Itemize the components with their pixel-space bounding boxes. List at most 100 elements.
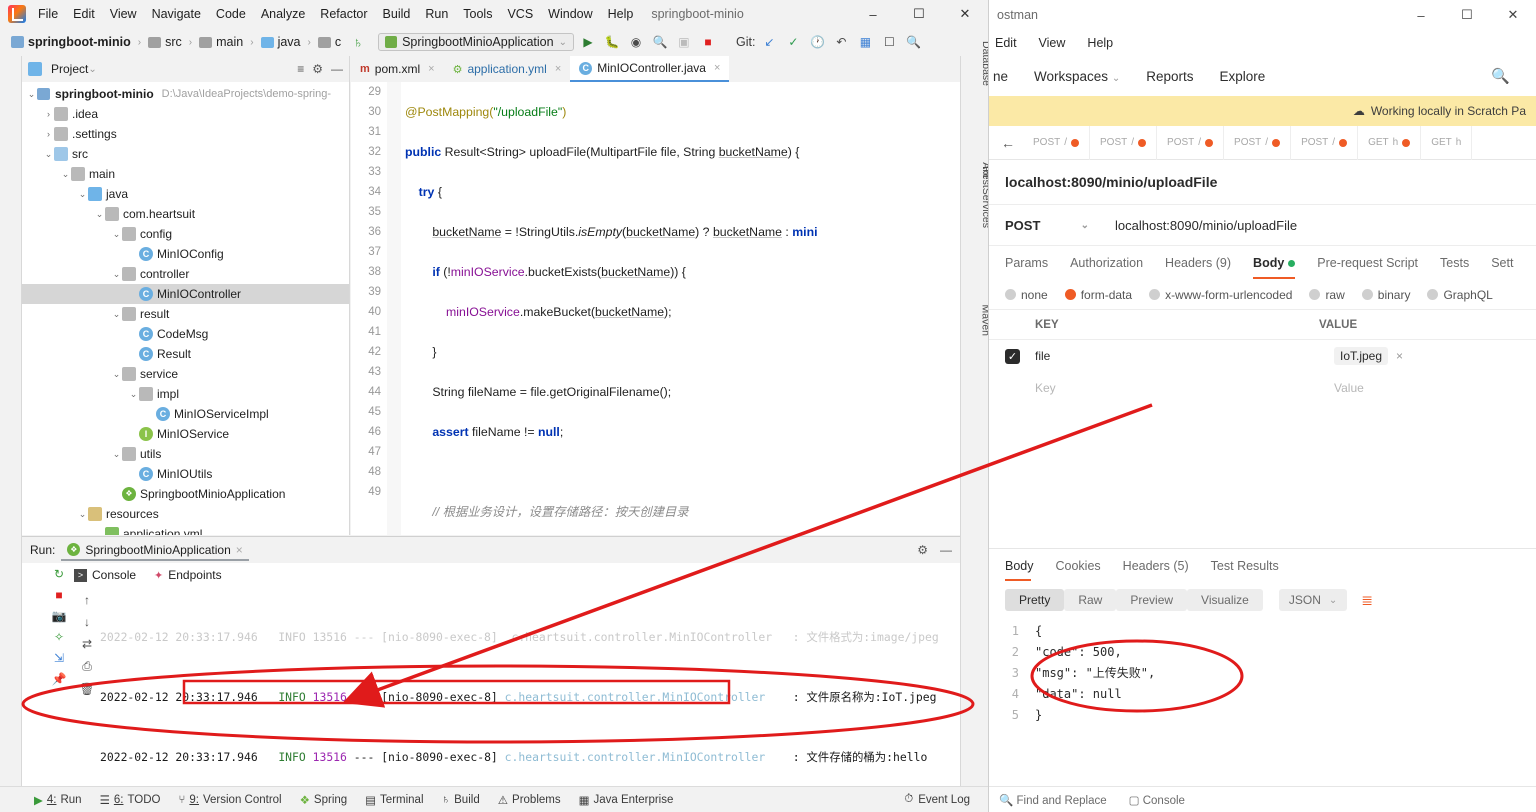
tree-row[interactable]: ⌄ com.heartsuit	[22, 204, 349, 224]
request-tab[interactable]: POST /	[1157, 125, 1225, 160]
find-and-replace-button[interactable]: 🔍 Find and Replace	[999, 793, 1107, 807]
stop-button[interactable]: ■	[698, 32, 718, 52]
minimize-button[interactable]: –	[850, 0, 896, 28]
key-input-placeholder[interactable]: Key	[1035, 381, 1334, 395]
scroll-up-icon[interactable]: ↑	[84, 593, 90, 607]
tab-response-headers[interactable]: Headers (5)	[1123, 559, 1189, 573]
collapse-arrow-icon[interactable]: ⌄	[111, 449, 122, 460]
radio-x-www-form-urlencoded[interactable]: x-www-form-urlencoded	[1149, 288, 1292, 302]
breadcrumb-project[interactable]: springboot-minio	[8, 34, 134, 50]
request-tab[interactable]: GET h	[1421, 125, 1473, 160]
tree-row[interactable]: ⌄ resources	[22, 504, 349, 524]
status-item-spring[interactable]: ❖ Spring	[300, 793, 348, 807]
tree-row[interactable]: ⌄ src	[22, 144, 349, 164]
tree-row[interactable]: › .settings	[22, 124, 349, 144]
run-sub-tabs[interactable]: > Console ✦ Endpoints	[74, 563, 222, 587]
build-hammer-icon[interactable]: ♄	[348, 32, 368, 52]
tab-body[interactable]: Body	[1253, 256, 1296, 279]
menu-code[interactable]: Code	[216, 7, 246, 21]
form-data-row-empty[interactable]: Key Value	[989, 372, 1536, 404]
breadcrumb-src[interactable]: src	[145, 34, 185, 50]
menu-window[interactable]: Window	[548, 7, 592, 21]
close-icon[interactable]: ×	[555, 63, 561, 75]
run-config-tab[interactable]: ❖ SpringbootMinioApplication ×	[61, 540, 249, 561]
request-tab[interactable]: POST /	[1291, 125, 1359, 160]
form-data-row[interactable]: ✓ file IoT.jpeg ×	[989, 340, 1536, 372]
ide-window-controls[interactable]: – ☐ ✕	[850, 0, 988, 28]
method-selector[interactable]: POST ⌄	[989, 218, 1101, 233]
tab-pre-request-script[interactable]: Pre-request Script	[1317, 256, 1418, 270]
sidebar-item-restservices[interactable]: RestServices	[980, 166, 988, 228]
print-icon[interactable]: ⎙	[82, 659, 92, 674]
row-checkbox[interactable]: ✓	[1005, 348, 1020, 364]
menu-analyze[interactable]: Analyze	[261, 7, 305, 21]
stop-icon[interactable]: ■	[55, 588, 62, 602]
tab-params[interactable]: Params	[1005, 256, 1048, 270]
value-input-placeholder[interactable]: Value	[1334, 381, 1364, 395]
tree-row[interactable]: ⌄ controller	[22, 264, 349, 284]
tree-row[interactable]: ⌄ service	[22, 364, 349, 384]
request-tab[interactable]: GET h	[1358, 125, 1422, 160]
menu-refactor[interactable]: Refactor	[320, 7, 367, 21]
git-update-icon[interactable]: ↙	[759, 32, 779, 52]
run-button[interactable]: ▶	[578, 32, 598, 52]
status-item-todo[interactable]: ☰ 6: TODO	[100, 793, 161, 807]
breadcrumb-java[interactable]: java	[258, 34, 304, 50]
collapse-arrow-icon[interactable]: ⌄	[111, 269, 122, 280]
menu-view[interactable]: View	[110, 7, 137, 21]
menu-view[interactable]: View	[1039, 36, 1066, 50]
git-rollback-icon[interactable]: ↶	[831, 32, 851, 52]
tab-test-results[interactable]: Test Results	[1211, 559, 1279, 573]
tree-row[interactable]: ⌄ main	[22, 164, 349, 184]
search-icon[interactable]: 🔍	[903, 32, 923, 52]
collapse-arrow-icon[interactable]: ⌄	[77, 189, 88, 200]
tab-response-body[interactable]: Body	[1005, 559, 1034, 581]
close-icon[interactable]: ×	[428, 63, 434, 75]
request-section-tabs[interactable]: Params Authorization Headers (9) Body Pr…	[989, 246, 1536, 280]
close-button[interactable]: ✕	[1490, 0, 1536, 30]
project-tree[interactable]: ⌄ springboot-minio D:\Java\IdeaProjects\…	[22, 82, 349, 535]
collapse-arrow-icon[interactable]: ⌄	[43, 149, 54, 160]
postman-window-controls[interactable]: – ☐ ✕	[1398, 0, 1536, 30]
remove-file-icon[interactable]: ×	[1396, 349, 1403, 363]
expand-arrow-icon[interactable]: ⌄	[26, 89, 37, 100]
maximize-button[interactable]: ☐	[1444, 0, 1490, 30]
nav-home[interactable]: ne	[993, 69, 1008, 84]
run-with-coverage-button[interactable]: ◉	[626, 32, 646, 52]
back-arrow-icon[interactable]: ←	[993, 135, 1023, 151]
status-item-event-log[interactable]: ⏱ Event Log	[904, 793, 970, 806]
sidebar-item-database[interactable]: Database	[980, 41, 988, 86]
hide-panel-icon[interactable]: —	[331, 62, 343, 76]
breadcrumb-main[interactable]: main	[196, 34, 246, 50]
tab-headers[interactable]: Headers (9)	[1165, 256, 1231, 270]
sidebar-item-maven[interactable]: Maven	[980, 304, 988, 336]
postman-request-tab-bar[interactable]: ← POST / POST / POST / POST / POST / GET…	[989, 125, 1536, 160]
maximize-button[interactable]: ☐	[896, 0, 942, 28]
response-body-json[interactable]: 1{ 2 "code": 500, 3 "msg": "上传失败", 4 "da…	[989, 621, 1536, 726]
pin-icon[interactable]: 📌	[52, 672, 67, 686]
menu-tools[interactable]: Tools	[463, 7, 492, 21]
clear-all-icon[interactable]: 🗑	[79, 682, 94, 696]
tree-row-root[interactable]: ⌄ springboot-minio D:\Java\IdeaProjects\…	[22, 84, 349, 104]
menu-vcs[interactable]: VCS	[507, 7, 533, 21]
ide-menu-bar[interactable]: File Edit View Navigate Code Analyze Ref…	[38, 7, 633, 21]
radio-form-data[interactable]: form-data	[1064, 288, 1132, 302]
tree-row[interactable]: C MinIOController	[22, 284, 349, 304]
tab-cookies[interactable]: Cookies	[1056, 559, 1101, 573]
run-configuration-selector[interactable]: SpringbootMinioApplication ⌄	[378, 33, 574, 51]
debug-button[interactable]: 🐛	[602, 32, 622, 52]
close-icon[interactable]: ×	[236, 543, 243, 557]
format-preview-button[interactable]: Preview	[1116, 589, 1188, 611]
radio-raw[interactable]: raw	[1309, 288, 1345, 302]
menu-edit[interactable]: Edit	[995, 36, 1017, 50]
close-icon[interactable]: ×	[714, 62, 720, 74]
tree-row[interactable]: I MinIOService	[22, 424, 349, 444]
tree-row[interactable]: C MinIOConfig	[22, 244, 349, 264]
menu-navigate[interactable]: Navigate	[152, 7, 201, 21]
layout-icon[interactable]: ☐	[879, 32, 899, 52]
format-pretty-button[interactable]: Pretty	[1005, 589, 1065, 611]
request-tab[interactable]: POST /	[1224, 125, 1292, 160]
nav-explore[interactable]: Explore	[1220, 69, 1266, 84]
breadcrumb-package[interactable]: c	[315, 34, 344, 50]
format-raw-button[interactable]: Raw	[1064, 589, 1117, 611]
